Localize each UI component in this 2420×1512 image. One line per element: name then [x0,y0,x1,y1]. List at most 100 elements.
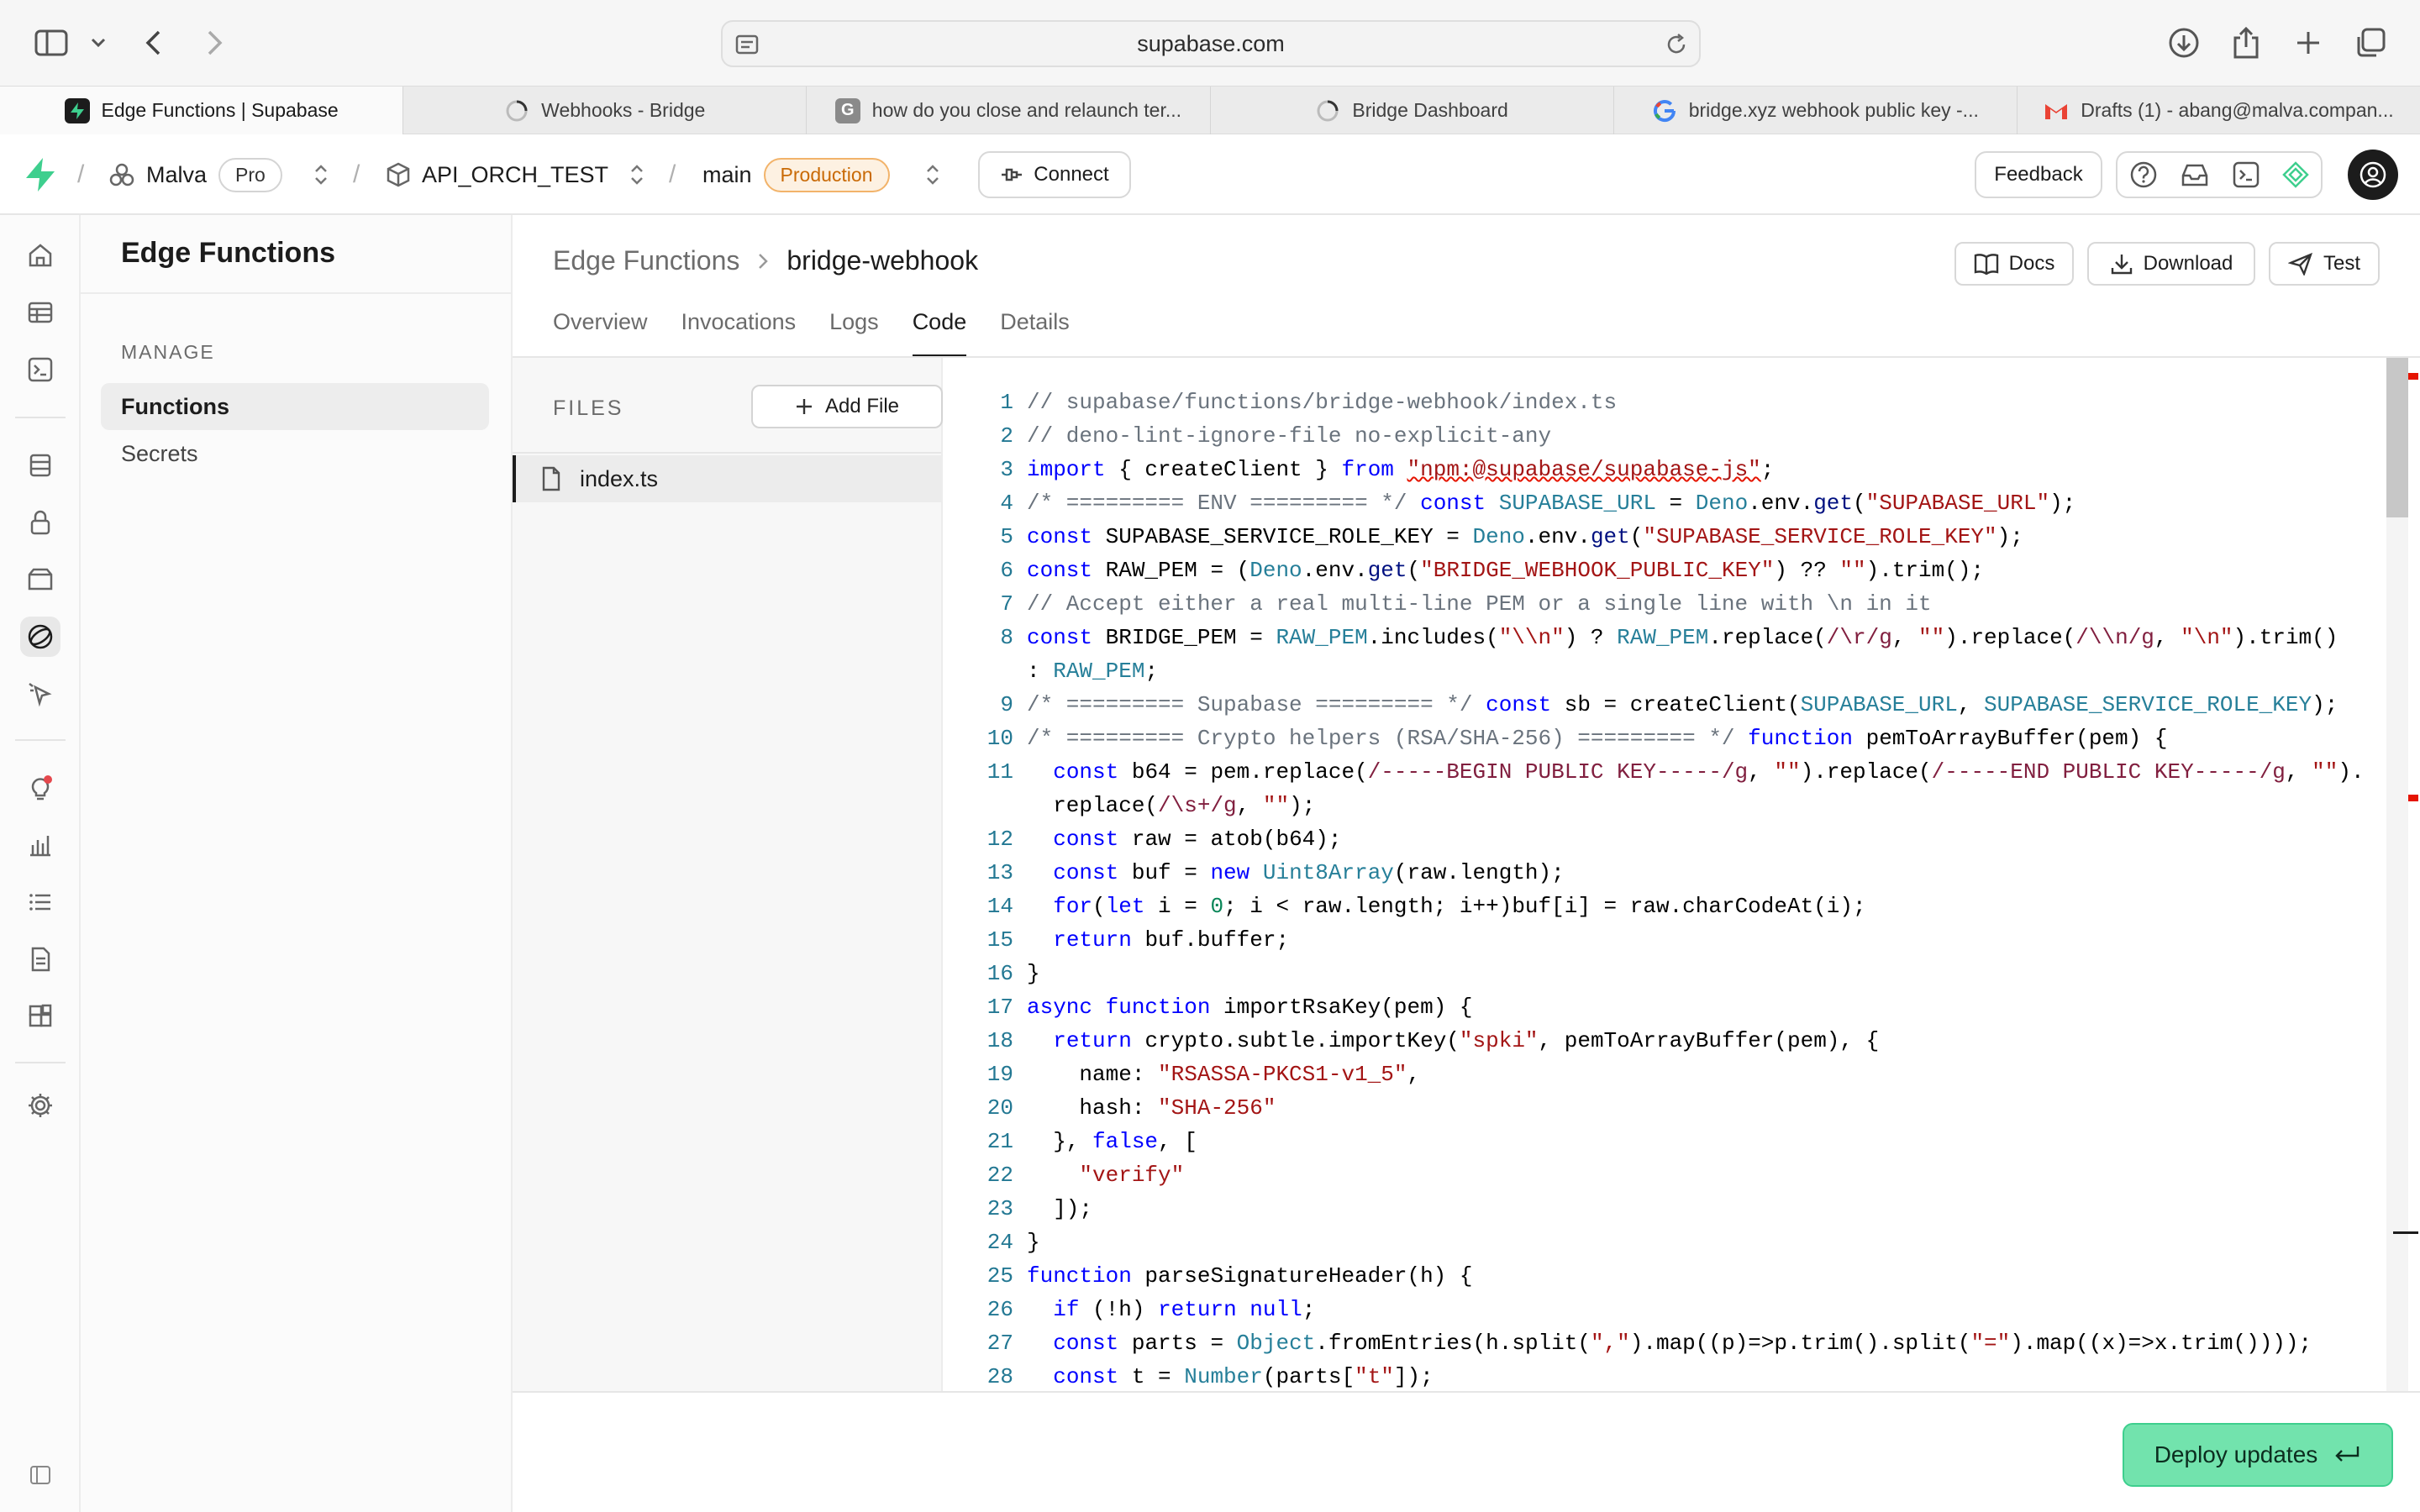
browser-tab-gmail[interactable]: Drafts (1) - abang@malva.compan... [2018,87,2420,134]
breadcrumb-separator: / [669,160,676,188]
feedback-button[interactable]: Feedback [1975,151,2102,198]
api-docs-icon[interactable] [20,939,60,979]
home-icon[interactable] [20,235,60,276]
share-icon[interactable] [2227,24,2265,62]
chevron-up-down-icon[interactable] [924,134,941,215]
add-file-button[interactable]: Add File [751,385,943,428]
avatar[interactable] [2348,150,2398,200]
download-icon[interactable] [2165,24,2203,62]
connect-button[interactable]: Connect [978,151,1131,198]
forward-icon[interactable] [195,24,234,62]
docs-button[interactable]: Docs [1954,242,2074,286]
storage-icon[interactable] [20,559,60,600]
loading-icon [1315,98,1340,123]
line-number: 27 [986,1331,1013,1356]
advisors-icon[interactable] [20,768,60,808]
line-number: 2 [1000,423,1013,449]
branch-switcher[interactable]: main Production [702,134,890,215]
realtime-icon[interactable] [20,674,60,714]
auth-lock-icon[interactable] [20,502,60,543]
project-switcher[interactable]: API_ORCH_TEST [387,134,608,215]
tab-invocations[interactable]: Invocations [681,309,797,358]
scrollbar-thumb[interactable] [2386,358,2408,517]
help-icon[interactable] [2129,160,2158,189]
line-number: 5 [1000,524,1013,549]
supabase-icon [64,97,90,123]
tab-title: bridge.xyz webhook public key -... [1688,99,1979,121]
browser-tab-question[interactable]: G how do you close and relaunch ter... [807,87,1211,134]
line-number: 10 [986,726,1013,751]
collapse-sidebar-icon[interactable] [20,1455,60,1495]
sidebar-toggle-icon[interactable] [32,24,71,62]
test-button[interactable]: Test [2269,242,2380,286]
code-line: // supabase/functions/bridge-webhook/ind… [1027,390,1618,415]
feedback-label: Feedback [1994,163,2083,186]
org-switcher[interactable]: Malva Pro [109,134,282,215]
reload-icon[interactable] [1664,32,1689,57]
line-number: 18 [986,1028,1013,1053]
breadcrumb-parent[interactable]: Edge Functions [553,245,739,276]
line-number: 21 [986,1129,1013,1154]
table-editor-icon[interactable] [20,292,60,333]
terminal-icon[interactable] [2233,161,2260,188]
editor-scrollbar[interactable] [2386,358,2408,1391]
sidebar-item-secrets[interactable]: Secrets [101,430,489,477]
browser-tab-google-search[interactable]: bridge.xyz webhook public key -... [1614,87,2018,134]
new-tab-icon[interactable] [2289,24,2328,62]
docs-label: Docs [2008,252,2055,275]
tab-title: Drafts (1) - abang@malva.compan... [2081,99,2394,121]
tab-title: Edge Functions | Supabase [101,99,339,121]
test-label: Test [2323,252,2360,275]
tab-overview-icon[interactable] [2351,24,2390,62]
plan-badge: Pro [218,157,282,192]
line-number: 19 [986,1062,1013,1087]
file-item[interactable]: index.ts [513,455,941,502]
inbox-icon[interactable] [2181,162,2209,187]
code-line: // Accept either a real multi-line PEM o… [1027,591,1932,617]
line-number: 11 [986,759,1013,785]
browser-tab-supabase[interactable]: Edge Functions | Supabase [0,87,404,134]
chevron-up-down-icon[interactable] [313,134,329,215]
tab-overview[interactable]: Overview [553,309,648,358]
rail-divider [15,739,66,741]
logs-icon[interactable] [20,882,60,922]
environment-badge: Production [763,157,890,192]
edge-functions-icon[interactable] [20,617,60,657]
sql-editor-icon[interactable] [20,349,60,390]
supabase-logo-icon[interactable] [24,134,57,215]
browser-tab-bridge-dashboard[interactable]: Bridge Dashboard [1211,87,1614,134]
line-number: 22 [986,1163,1013,1188]
sidebar-item-functions[interactable]: Functions [101,383,489,430]
code-line: const BRIDGE_PEM = RAW_PEM.includes("\\n… [1027,625,2338,650]
tab-details[interactable]: Details [1000,309,1070,358]
book-icon [1974,253,1999,275]
settings-gear-icon[interactable] [20,1085,60,1126]
line-number: 9 [1000,692,1013,717]
line-number: 14 [986,894,1013,919]
back-icon[interactable] [134,24,173,62]
page-title: bridge-webhook [786,245,979,276]
code-editor[interactable]: 1 // supabase/functions/bridge-webhook/in… [944,358,2420,1391]
breadcrumb-separator: / [353,160,360,188]
browser-tab-webhooks[interactable]: Webhooks - Bridge [403,87,808,134]
database-icon[interactable] [20,445,60,486]
page-settings-icon[interactable] [734,32,760,57]
integrations-icon[interactable] [20,996,60,1037]
line-number: 20 [986,1095,1013,1121]
tab-code[interactable]: Code [912,309,966,358]
line-number: 6 [1000,558,1013,583]
download-label: Download [2143,252,2233,275]
reports-icon[interactable] [20,825,60,865]
chevron-down-icon[interactable] [79,24,118,62]
chevron-up-down-icon[interactable] [629,134,645,215]
line-number: 8 [1000,625,1013,650]
tab-logs[interactable]: Logs [829,309,879,358]
deploy-updates-button[interactable]: Deploy updates [2123,1423,2393,1487]
org-name: Malva [146,161,208,187]
line-number: 17 [986,995,1013,1020]
assistant-icon[interactable] [2282,161,2310,188]
line-number: 15 [986,927,1013,953]
address-bar[interactable]: supabase.com [721,20,1701,67]
sidebar-divider [81,292,511,294]
download-button[interactable]: Download [2087,242,2255,286]
